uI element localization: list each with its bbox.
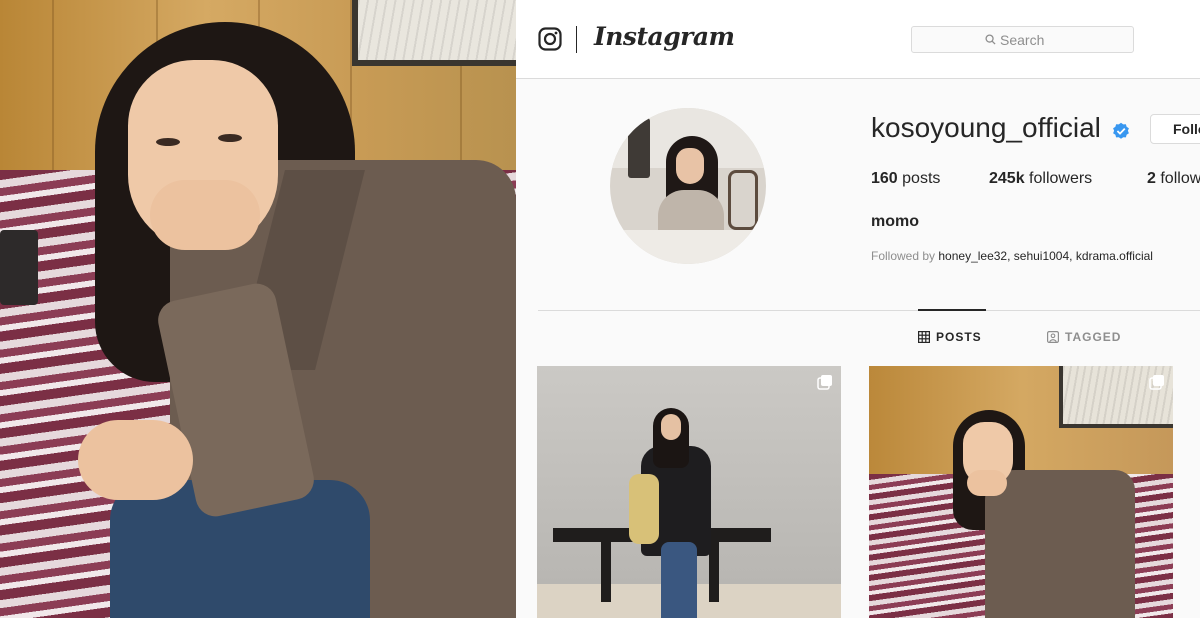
stat-posts[interactable]: 160 posts (871, 170, 940, 188)
follow-button[interactable]: Follow (1150, 114, 1200, 144)
stat-following[interactable]: 2 following (1147, 170, 1200, 188)
grid-icon (918, 331, 930, 343)
stat-followers[interactable]: 245k followers (989, 170, 1092, 188)
post-thumbnail[interactable] (869, 366, 1173, 618)
instagram-wordmark[interactable]: Instagram (594, 22, 735, 51)
tag-icon (1047, 331, 1059, 343)
followed-by-prefix: Followed by (871, 249, 936, 263)
hand-on-cheek (150, 180, 260, 250)
profile-username: kosoyoung_official (871, 112, 1101, 143)
carousel-multi-icon (817, 375, 832, 390)
cushion (0, 230, 38, 305)
portrait-photo (0, 0, 516, 618)
carousel-multi-icon (1149, 375, 1164, 390)
instagram-profile-page: Instagram Search kosoyoung_official Foll… (516, 0, 1200, 618)
tab-tagged[interactable]: TAGGED (1047, 330, 1121, 344)
stat-value: 160 (871, 170, 898, 187)
tab-posts[interactable]: POSTS (918, 330, 982, 344)
post-thumbnail[interactable] (537, 366, 841, 618)
stat-label: followers (1029, 170, 1093, 187)
profile-display-name: momo (871, 213, 919, 230)
followed-by-line[interactable]: Followed by honey_lee32, sehui1004, kdra… (871, 249, 1153, 263)
tabs-divider (538, 310, 1200, 311)
search-icon (985, 34, 996, 45)
tab-label: TAGGED (1065, 330, 1122, 344)
followed-by-names: honey_lee32, sehui1004, kdrama.official (938, 249, 1153, 263)
search-input[interactable]: Search (911, 26, 1134, 53)
stat-value: 245k (989, 170, 1025, 187)
header-divider (576, 26, 577, 53)
wall-painting (352, 0, 516, 66)
avatar[interactable] (610, 108, 766, 264)
top-nav: Instagram Search (516, 0, 1200, 79)
search-placeholder: Search (1000, 32, 1045, 48)
instagram-camera-icon[interactable] (538, 27, 562, 51)
stat-label: posts (902, 170, 941, 187)
resting-hand (78, 420, 193, 500)
active-tab-indicator (918, 309, 986, 311)
stat-value: 2 (1147, 170, 1156, 187)
tab-label: POSTS (936, 330, 982, 344)
stat-label: following (1160, 170, 1200, 187)
verified-badge-icon (1113, 122, 1129, 139)
